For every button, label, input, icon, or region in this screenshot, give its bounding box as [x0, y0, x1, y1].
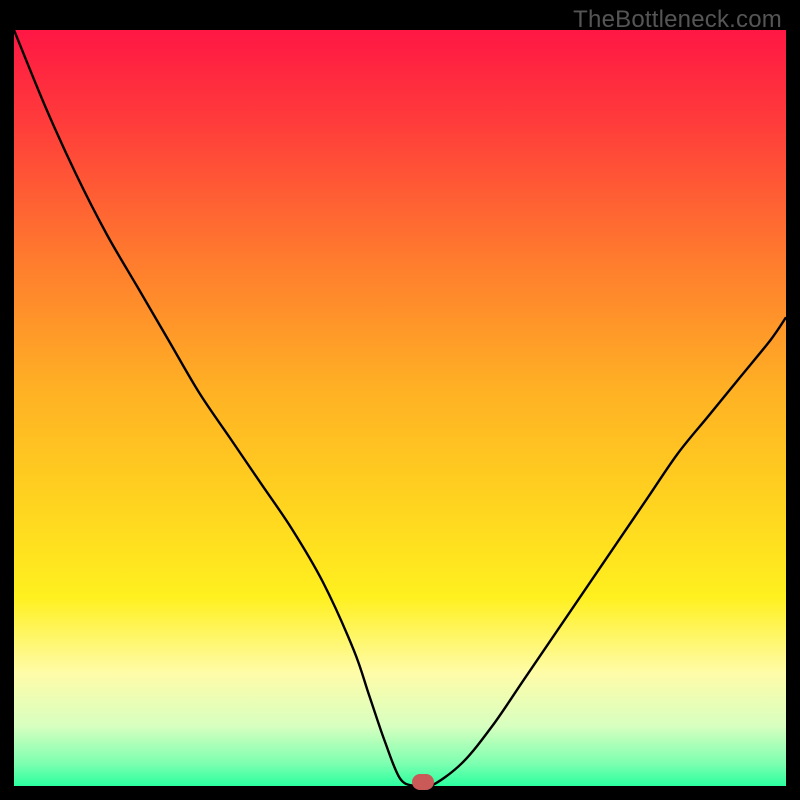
bottleneck-chart — [14, 30, 786, 786]
gradient-background — [14, 30, 786, 786]
optimal-point-marker — [412, 774, 434, 790]
chart-frame — [14, 30, 786, 786]
